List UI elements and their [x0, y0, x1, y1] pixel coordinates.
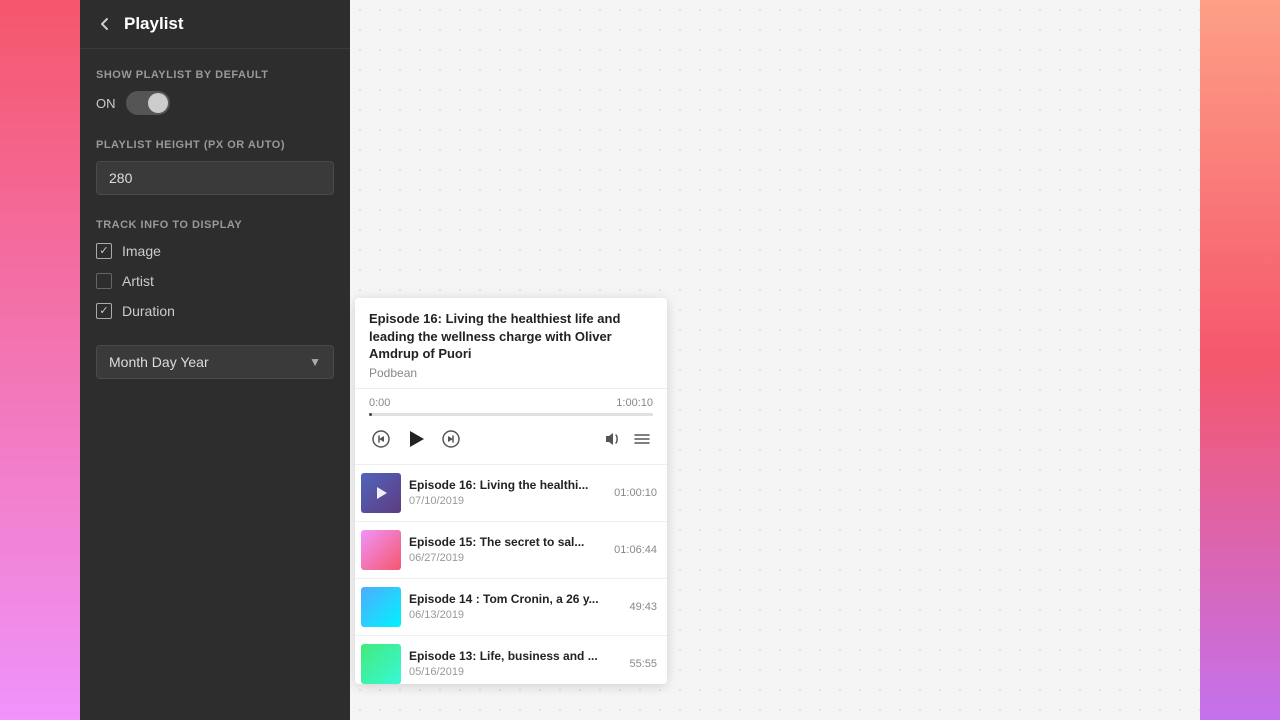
episode-info-1: Episode 16: Living the healthi... 07/10/…	[409, 478, 606, 508]
episode-name-4: Episode 13: Life, business and ...	[409, 649, 621, 665]
playlist-toggle-button[interactable]	[631, 428, 653, 450]
episode-date-3: 06/13/2019	[409, 609, 621, 621]
progress-bar[interactable]	[369, 413, 653, 416]
player-widget: Episode 16: Living the healthiest life a…	[355, 298, 667, 684]
sidebar-content: SHOW PLAYLIST BY DEFAULT ON PLAYLIST HEI…	[80, 49, 350, 720]
checkbox-image[interactable]: ✓	[96, 243, 112, 259]
player-podcast-name: Podbean	[369, 366, 653, 380]
episode-name-1: Episode 16: Living the healthi...	[409, 478, 606, 494]
toggle-on-text: ON	[96, 96, 116, 111]
checkmark-duration: ✓	[99, 306, 108, 317]
show-playlist-label: SHOW PLAYLIST BY DEFAULT	[96, 69, 334, 81]
checkbox-duration-label: Duration	[122, 303, 175, 319]
checkbox-image-row[interactable]: ✓ Image	[96, 241, 334, 261]
episode-duration-1: 01:00:10	[614, 487, 657, 499]
date-format-value: Month Day Year	[109, 354, 209, 370]
date-format-dropdown[interactable]: Month Day Year ▼	[96, 345, 334, 379]
episode-thumb-4	[361, 644, 401, 684]
player-controls	[355, 416, 667, 464]
playlist-height-input[interactable]	[96, 161, 334, 195]
episode-duration-4: 55:55	[629, 658, 657, 670]
episode-name-3: Episode 14 : Tom Cronin, a 26 y...	[409, 592, 621, 608]
sidebar: Playlist SHOW PLAYLIST BY DEFAULT ON PLA…	[80, 0, 350, 720]
checkbox-artist-row[interactable]: Artist	[96, 271, 334, 291]
episode-name-2: Episode 15: The secret to sal...	[409, 535, 606, 551]
show-playlist-toggle[interactable]	[126, 91, 170, 115]
player-header: Episode 16: Living the healthiest life a…	[355, 298, 667, 389]
rewind-button[interactable]	[369, 427, 393, 451]
progress-fill	[369, 413, 372, 416]
episode-thumb-3	[361, 587, 401, 627]
checkbox-artist-label: Artist	[122, 273, 154, 289]
list-item[interactable]: Episode 15: The secret to sal... 06/27/2…	[355, 522, 667, 579]
checkbox-duration-row[interactable]: ✓ Duration	[96, 301, 334, 321]
playlist-height-section: PLAYLIST HEIGHT (PX OR AUTO)	[96, 139, 334, 195]
episode-info-4: Episode 13: Life, business and ... 05/16…	[409, 649, 621, 679]
left-accent	[0, 0, 80, 720]
list-item[interactable]: Episode 13: Life, business and ... 05/16…	[355, 636, 667, 684]
checkmark-image: ✓	[99, 246, 108, 257]
chevron-down-icon: ▼	[309, 355, 321, 369]
episode-info-3: Episode 14 : Tom Cronin, a 26 y... 06/13…	[409, 592, 621, 622]
episode-thumb-1	[361, 473, 401, 513]
forward-button[interactable]	[439, 427, 463, 451]
toggle-knob	[148, 93, 168, 113]
date-format-section: Month Day Year ▼	[96, 345, 334, 379]
checkbox-image-label: Image	[122, 243, 161, 259]
progress-times: 0:00 1:00:10	[369, 397, 653, 409]
play-button[interactable]	[401, 424, 431, 454]
episode-thumb-2	[361, 530, 401, 570]
current-time: 0:00	[369, 397, 390, 409]
episode-duration-3: 49:43	[629, 601, 657, 613]
right-accent	[1200, 0, 1280, 720]
checkbox-duration[interactable]: ✓	[96, 303, 112, 319]
toggle-row: ON	[96, 91, 334, 115]
main-area: Episode 16: Living the healthiest life a…	[350, 0, 1200, 720]
playlist-height-label: PLAYLIST HEIGHT (PX OR AUTO)	[96, 139, 334, 151]
track-info-label: TRACK INFO TO DISPLAY	[96, 219, 334, 231]
player-episode-title: Episode 16: Living the healthiest life a…	[369, 310, 653, 363]
sidebar-header: Playlist	[80, 0, 350, 49]
back-button[interactable]	[96, 15, 114, 33]
checkbox-artist[interactable]	[96, 273, 112, 289]
playlist-items: Episode 16: Living the healthi... 07/10/…	[355, 464, 667, 684]
episode-date-1: 07/10/2019	[409, 495, 606, 507]
episode-date-2: 06/27/2019	[409, 552, 606, 564]
episode-duration-2: 01:06:44	[614, 544, 657, 556]
list-item[interactable]: Episode 16: Living the healthi... 07/10/…	[355, 465, 667, 522]
total-time: 1:00:10	[616, 397, 653, 409]
volume-button[interactable]	[601, 428, 623, 450]
track-info-section: TRACK INFO TO DISPLAY ✓ Image Artist ✓ D…	[96, 219, 334, 321]
episode-date-4: 05/16/2019	[409, 666, 621, 678]
episode-info-2: Episode 15: The secret to sal... 06/27/2…	[409, 535, 606, 565]
player-progress-area: 0:00 1:00:10	[355, 389, 667, 416]
show-playlist-section: SHOW PLAYLIST BY DEFAULT ON	[96, 69, 334, 115]
list-item[interactable]: Episode 14 : Tom Cronin, a 26 y... 06/13…	[355, 579, 667, 636]
sidebar-title: Playlist	[124, 14, 184, 34]
